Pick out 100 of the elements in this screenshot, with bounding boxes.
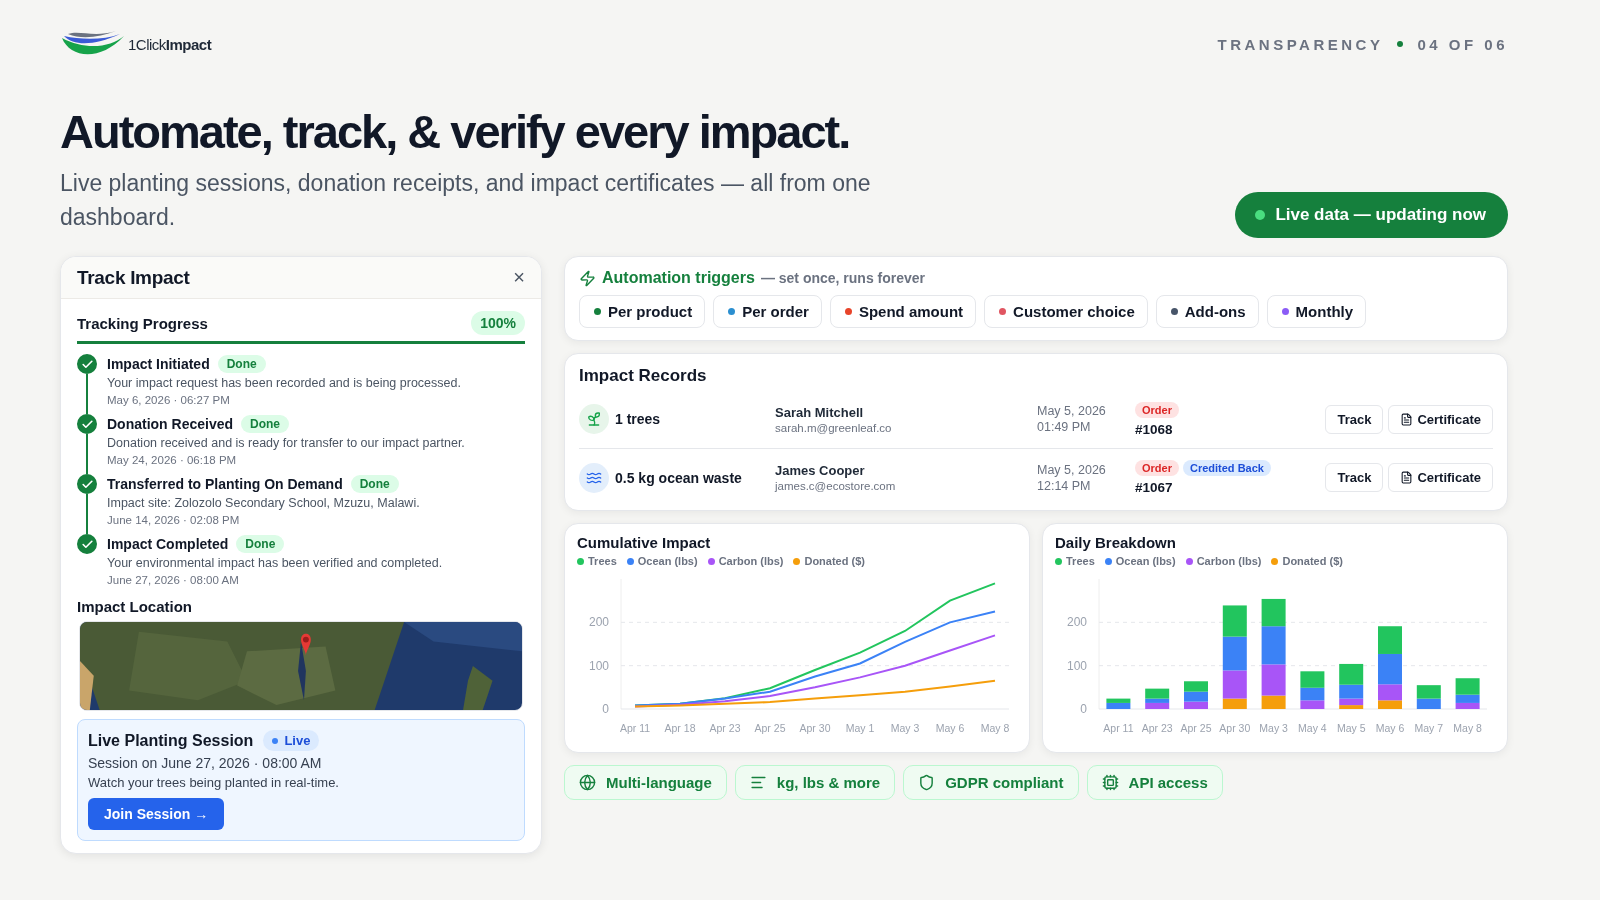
headline: Automate, track, & verify every impact. — [60, 104, 851, 160]
tick-label: Apr 11 — [619, 722, 651, 734]
legend-label: Donated ($) — [804, 555, 865, 567]
document-icon — [1400, 412, 1414, 426]
tick-label: May 6 — [935, 722, 965, 734]
chip-icon — [1101, 774, 1119, 791]
feature-pill: kg, lbs & more — [734, 765, 896, 800]
bar-segment — [1261, 626, 1286, 665]
impact-amount: 0.5 kg ocean waste — [615, 469, 743, 486]
tick-label: Apr 25 — [1180, 722, 1212, 734]
step-description: Donation received and is ready for transfer to our impact partner. — [107, 435, 465, 452]
sprout-icon — [579, 404, 609, 434]
legend-label: Trees — [1066, 555, 1095, 567]
panel-title: Track Impact — [77, 266, 190, 289]
tick-label: Apr 25 — [754, 722, 786, 734]
legend-label: Ocean (lbs) — [637, 555, 698, 567]
tick-label: May 1 — [845, 722, 875, 734]
step-description: Impact site: Zolozolo Secondary School, Mzuzu, Malawi. — [107, 495, 420, 512]
status-badge: Done — [241, 415, 290, 433]
step-title: Impact Initiated — [107, 356, 210, 372]
chart-title: Daily Breakdown — [1055, 534, 1177, 551]
triggers-title: Automation triggers — [602, 269, 755, 287]
section-label: TRANSPARENCY — [1217, 35, 1384, 53]
join-session-button[interactable]: Join Session → — [88, 798, 225, 830]
tag: Order — [1135, 401, 1179, 418]
triggers-note: — set once, runs forever — [760, 270, 926, 286]
bar-segment — [1416, 698, 1441, 709]
customer-email: james.c@ecostore.com — [775, 480, 897, 492]
tick-label: Apr 23 — [709, 722, 741, 734]
impact-amount: 1 trees — [615, 411, 662, 427]
legend-label: Carbon (lbs) — [718, 555, 784, 567]
chart-title: Cumulative Impact — [577, 534, 712, 551]
order-number: #1068 — [1135, 421, 1174, 437]
bar-segment — [1222, 636, 1247, 671]
subtitle: Live planting sessions, donation receipts, and impact certificates — all from one dashboard. — [60, 169, 872, 232]
tick-label: Apr 11 — [1103, 722, 1134, 734]
tick-label: Apr 30 — [799, 722, 831, 734]
track-button[interactable]: Track — [1325, 404, 1384, 434]
trigger-chip[interactable]: Per product — [579, 295, 706, 328]
trigger-chip[interactable]: Add-ons — [1155, 295, 1259, 328]
bar-segment — [1300, 671, 1325, 688]
tick-label: Apr 23 — [1141, 722, 1173, 734]
records-title: Impact Records — [579, 366, 708, 386]
bar-segment — [1184, 681, 1208, 692]
status-badge: Done — [236, 535, 285, 553]
order-number: #1067 — [1135, 480, 1174, 495]
legend-label: Carbon (lbs) — [1196, 555, 1262, 567]
live-badge: Live — [263, 730, 320, 751]
section-title: Impact Location — [77, 598, 193, 615]
lines-icon — [749, 774, 767, 791]
bar-segment — [1416, 685, 1441, 699]
session-description: Watch your trees being planted in real-time. — [88, 775, 340, 790]
tick-label: May 4 — [1298, 722, 1327, 734]
step-time: June 27, 2026 · 08:00 AM — [107, 573, 240, 588]
progress-label: Tracking Progress — [77, 314, 208, 332]
tick-label: May 8 — [1453, 722, 1482, 734]
feature-pill: Multi-language — [564, 765, 727, 800]
brand-name: 1ClickImpact — [128, 35, 212, 53]
record-time: 12:14 PM — [1037, 478, 1092, 493]
session-date: Session on June 27, 2026 · 08:00 AM — [88, 755, 323, 771]
document-icon — [1400, 471, 1414, 484]
customer-email: sarah.m@greenleaf.co — [775, 421, 893, 434]
tick-label: May 8 — [980, 722, 1010, 734]
globe-icon — [579, 774, 596, 791]
tag: Credited Back — [1182, 460, 1271, 476]
track-button[interactable]: Track — [1325, 463, 1384, 492]
step-title: Donation Received — [107, 416, 234, 432]
trigger-chip[interactable]: Customer choice — [984, 295, 1148, 328]
separator-dot — [1397, 41, 1404, 47]
trigger-chip[interactable]: Monthly — [1266, 295, 1367, 328]
tick-label: 0 — [602, 702, 609, 716]
bar-segment — [1378, 626, 1402, 654]
step-title: Impact Completed — [107, 536, 229, 552]
tick-label: Apr 30 — [1219, 722, 1251, 734]
tick-label: May 3 — [890, 722, 920, 734]
tick-label: 200 — [588, 615, 609, 630]
tag: Order — [1135, 460, 1179, 476]
trigger-chip[interactable]: Spend amount — [829, 295, 977, 328]
certificate-button[interactable]: Certificate — [1388, 404, 1493, 434]
tick-label: May 5 — [1336, 722, 1366, 734]
status-badge: Done — [350, 475, 399, 493]
step-title: Transferred to Planting On Demand — [107, 476, 343, 492]
legend-label: Donated ($) — [1282, 555, 1343, 567]
shield-icon — [918, 774, 936, 791]
step-time: June 14, 2026 · 02:08 PM — [107, 513, 241, 528]
tick-label: 0 — [1080, 702, 1087, 716]
lightning-icon — [579, 269, 596, 287]
certificate-button[interactable]: Certificate — [1388, 463, 1493, 492]
bar-segment — [1222, 605, 1247, 637]
tick-label: May 3 — [1259, 722, 1288, 734]
session-title: Live Planting Session — [88, 731, 254, 750]
bar-segment — [1184, 691, 1208, 702]
tick-label: 200 — [1066, 615, 1087, 630]
legend-label: Trees — [588, 555, 617, 567]
tick-label: May 6 — [1375, 722, 1405, 734]
trigger-chip[interactable]: Per order — [713, 295, 822, 328]
close-button[interactable]: × — [513, 266, 525, 289]
record-time: 01:49 PM — [1037, 420, 1092, 434]
record-date: May 5, 2026 — [1037, 462, 1107, 477]
tick-label: Apr 18 — [664, 722, 696, 734]
